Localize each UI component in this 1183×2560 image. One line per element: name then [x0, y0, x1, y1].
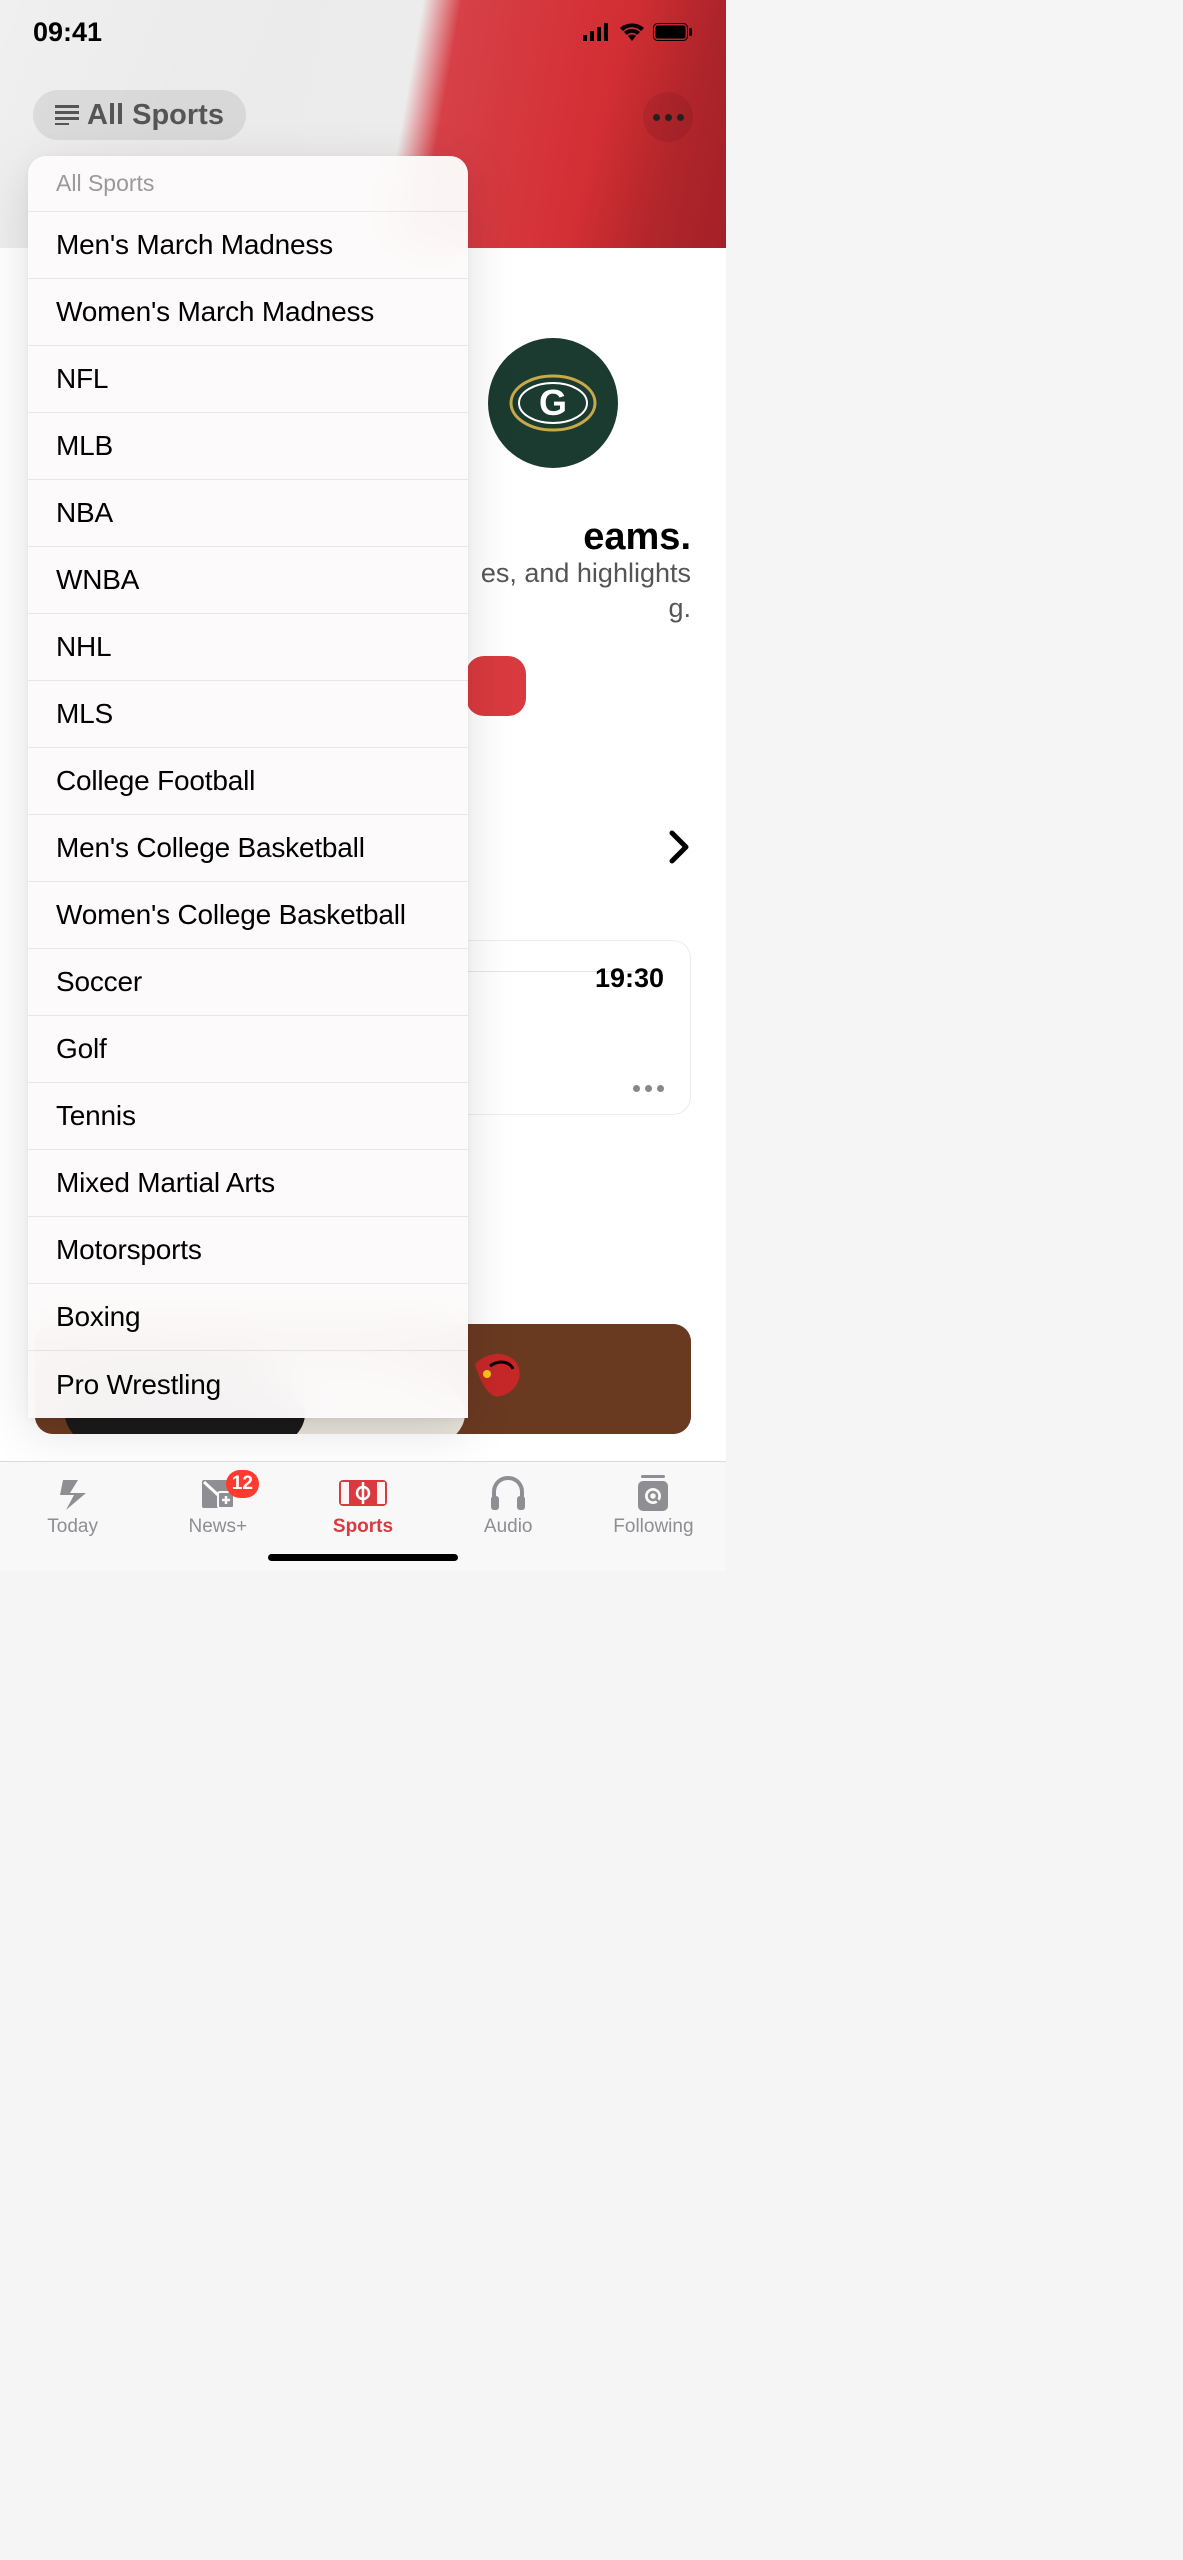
sport-item[interactable]: NHL [28, 614, 468, 681]
sport-item[interactable]: Soccer [28, 949, 468, 1016]
tab-sports-label: Sports [333, 1516, 393, 1538]
today-icon [54, 1474, 92, 1512]
sport-item[interactable]: Women's College Basketball [28, 882, 468, 949]
following-icon [635, 1474, 671, 1512]
sport-item[interactable]: NBA [28, 480, 468, 547]
tab-following-label: Following [613, 1516, 693, 1538]
tab-today-label: Today [47, 1516, 98, 1538]
sport-item[interactable]: Women's March Madness [28, 279, 468, 346]
status-bar: 09:41 [0, 0, 726, 64]
promo-subtitle: es, and highlights g. [481, 556, 691, 626]
section-chevron[interactable] [669, 830, 691, 869]
tab-sports[interactable]: Sports [290, 1474, 435, 1538]
tab-audio-label: Audio [484, 1516, 533, 1538]
tab-following[interactable]: Following [581, 1474, 726, 1538]
sport-item[interactable]: Men's March Madness [28, 212, 468, 279]
sport-item[interactable]: Pro Wrestling [28, 1351, 468, 1418]
sports-icon [337, 1474, 389, 1512]
sport-item[interactable]: MLS [28, 681, 468, 748]
more-options-button[interactable] [643, 92, 693, 142]
sport-item[interactable]: Golf [28, 1016, 468, 1083]
dropdown-title: All Sports [28, 156, 468, 212]
sport-item[interactable]: Men's College Basketball [28, 815, 468, 882]
wifi-icon [619, 23, 645, 41]
tab-audio[interactable]: Audio [436, 1474, 581, 1538]
tab-newsplus[interactable]: 12 News+ [145, 1474, 290, 1538]
sport-item[interactable]: Tennis [28, 1083, 468, 1150]
status-indicators [583, 23, 693, 41]
card-more-icon[interactable] [633, 1085, 664, 1092]
home-indicator[interactable] [268, 1554, 458, 1561]
sport-item[interactable]: Mixed Martial Arts [28, 1150, 468, 1217]
sport-item[interactable]: MLB [28, 413, 468, 480]
sports-dropdown: All Sports Men's March Madness Women's M… [28, 156, 468, 1418]
promo-cta-button[interactable] [466, 656, 526, 716]
all-sports-pill[interactable]: All Sports [33, 90, 246, 140]
newsplus-badge: 12 [226, 1470, 259, 1498]
sport-item[interactable]: WNBA [28, 547, 468, 614]
cellular-icon [583, 23, 611, 41]
list-icon [55, 105, 79, 125]
sport-item[interactable]: Boxing [28, 1284, 468, 1351]
sport-item[interactable]: College Football [28, 748, 468, 815]
tab-newsplus-label: News+ [189, 1516, 248, 1538]
all-sports-label: All Sports [87, 99, 224, 132]
sport-item[interactable]: Motorsports [28, 1217, 468, 1284]
promo-title: eams. [583, 516, 691, 559]
game-time: 19:30 [595, 963, 664, 994]
sport-item[interactable]: NFL [28, 346, 468, 413]
status-time: 09:41 [33, 17, 102, 48]
audio-icon [488, 1474, 528, 1512]
battery-icon [653, 23, 693, 41]
team-logo-packers: G [488, 338, 618, 468]
tab-today[interactable]: Today [0, 1474, 145, 1538]
svg-text:G: G [539, 382, 567, 423]
